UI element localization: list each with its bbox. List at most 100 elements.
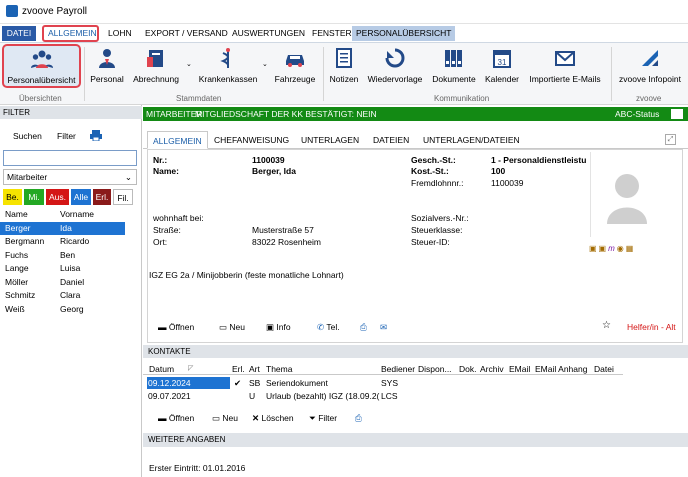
- group-kommunikation: Kommunikation: [434, 94, 490, 103]
- list-item[interactable]: Lange Luisa: [0, 262, 125, 275]
- kontakte-filter-button[interactable]: ⏷ Filter: [309, 413, 337, 424]
- menu-fenster[interactable]: FENSTER: [308, 26, 356, 41]
- loeschen-label: Löschen: [261, 413, 294, 423]
- ribbon-divider: [611, 47, 612, 101]
- zvoove-infopoint-button[interactable]: zvoove Infopoint: [614, 47, 686, 84]
- list-item[interactable]: Schmitz Clara: [0, 289, 125, 302]
- caduceus-icon: [220, 48, 230, 68]
- chip-alle[interactable]: Alle: [71, 189, 91, 205]
- abc-status-field[interactable]: [671, 109, 683, 119]
- col-email[interactable]: EMail: [509, 364, 530, 374]
- chip-aus[interactable]: Aus.: [46, 189, 69, 205]
- status-bar: MITARBEITER MITGLIEDSCHAFT DER KK BESTÄT…: [143, 107, 688, 121]
- menu-datei[interactable]: DATEI: [2, 26, 36, 41]
- menu-allgemein[interactable]: ALLGEMEIN: [42, 25, 99, 42]
- card-oeffnen-button[interactable]: ▬ Öffnen: [158, 322, 194, 332]
- kost-value: 100: [491, 166, 506, 176]
- col-datum[interactable]: Datum: [149, 364, 174, 374]
- card-tel-button[interactable]: ✆ Tel.: [317, 322, 340, 333]
- tab-unterlagen[interactable]: UNTERLAGEN: [296, 131, 364, 149]
- dokumente-button[interactable]: Dokumente: [429, 47, 479, 84]
- filter-type-value: Mitarbeiter: [7, 172, 48, 182]
- list-item[interactable]: Berger Ida: [0, 222, 125, 235]
- list-item[interactable]: Möller Daniel: [0, 276, 125, 289]
- kontakte-print-icon[interactable]: ⎙: [355, 413, 362, 424]
- kalender-button[interactable]: 31 Kalender: [482, 47, 522, 84]
- menu-lohn[interactable]: LOHN: [104, 26, 136, 41]
- status-badges-icon: ▣▣m◉▦: [589, 244, 636, 253]
- list-item-name: Berger: [5, 223, 31, 233]
- col-email-anhang[interactable]: EMail Anhang: [535, 364, 587, 374]
- name-label: Name:: [153, 166, 179, 176]
- funnel-icon: ⏷: [309, 413, 316, 423]
- col-disponent[interactable]: Dispon...: [418, 364, 452, 374]
- tab-chefanweisung[interactable]: CHEFANWEISUNG: [209, 131, 294, 149]
- card-mail-icon[interactable]: ✉: [380, 322, 387, 333]
- filter-button[interactable]: Filter: [57, 131, 76, 141]
- chip-fil[interactable]: Fil.: [113, 189, 133, 205]
- chip-erl[interactable]: Erl.: [93, 189, 111, 205]
- col-erl[interactable]: Erl.: [232, 364, 245, 374]
- dokumente-label: Dokumente: [432, 74, 476, 84]
- fahrzeuge-button[interactable]: Fahrzeuge: [272, 47, 318, 84]
- kontakte-loeschen-button[interactable]: ✕ Löschen: [252, 413, 294, 424]
- menu-export-versand[interactable]: EXPORT / VERSAND: [141, 26, 232, 41]
- expand-icon[interactable]: ⤢: [665, 134, 676, 145]
- col-datei[interactable]: Datei: [594, 364, 614, 374]
- card-print-icon[interactable]: ⎙: [360, 322, 367, 333]
- ort-label: Ort:: [153, 237, 168, 247]
- personal-label: Personal: [90, 74, 124, 84]
- filter-search-input[interactable]: [3, 150, 137, 166]
- card-info-button[interactable]: ▣ Info: [266, 322, 291, 333]
- wiedervorlage-button[interactable]: Wiedervorlage: [364, 47, 426, 84]
- filter-type-select[interactable]: Mitarbeiter ⌄: [3, 169, 137, 185]
- col-thema[interactable]: Thema: [266, 364, 292, 374]
- strasse-label: Straße:: [153, 225, 181, 235]
- col-vorname[interactable]: Vorname: [60, 209, 94, 219]
- chevron-down-icon: ⌄: [124, 172, 132, 182]
- avatar-placeholder-icon: [607, 174, 647, 224]
- neu-label: Neu: [222, 413, 238, 423]
- menu-personaluebersicht[interactable]: PERSONALÜBERSICHT: [352, 26, 456, 41]
- suchen-button[interactable]: Suchen: [13, 131, 42, 141]
- col-dok[interactable]: Dok.: [459, 364, 476, 374]
- krankenkassen-button[interactable]: Krankenkassen: [196, 47, 260, 84]
- list-item[interactable]: Bergmann Ricardo: [0, 235, 125, 248]
- card-neu-button[interactable]: ▭ Neu: [219, 322, 245, 333]
- list-item-vorname: Ben: [60, 250, 76, 260]
- favorite-star-icon[interactable]: ☆: [602, 320, 611, 331]
- abrechnung-chevron-down-icon[interactable]: ⌄: [186, 60, 192, 68]
- personaluebersicht-button[interactable]: Personalübersicht: [2, 44, 81, 88]
- importierte-emails-button[interactable]: Importierte E-Mails: [524, 47, 606, 84]
- krankenkassen-chevron-down-icon[interactable]: ⌄: [262, 60, 268, 68]
- nr-value: 1100039: [252, 155, 285, 165]
- chip-mi[interactable]: Mi.: [24, 189, 44, 205]
- tab-unterlagen-dateien[interactable]: UNTERLAGEN/DATEIEN: [418, 131, 525, 149]
- cell-thema: Seriendokument: [266, 378, 328, 388]
- notizen-button[interactable]: Notizen: [327, 47, 361, 84]
- abrechnung-button[interactable]: Abrechnung: [129, 47, 183, 84]
- list-item[interactable]: Weiß Georg: [0, 303, 125, 316]
- abrechnung-label: Abrechnung: [133, 74, 179, 84]
- cell-bediener: SYS: [381, 378, 399, 388]
- col-name[interactable]: Name: [5, 209, 28, 219]
- delete-x-icon: ✕: [252, 413, 260, 423]
- cell-art: U: [249, 391, 256, 401]
- col-bediener[interactable]: Bediener: [381, 364, 415, 374]
- tab-dateien[interactable]: DATEIEN: [368, 131, 414, 149]
- col-archiv[interactable]: Archiv: [480, 364, 504, 374]
- menu-auswertungen[interactable]: AUSWERTUNGEN: [228, 26, 309, 41]
- col-art[interactable]: Art: [249, 364, 260, 374]
- personal-button[interactable]: Personal: [87, 47, 127, 84]
- list-item[interactable]: Fuchs Ben: [0, 249, 125, 262]
- list-item-name: Bergmann: [5, 236, 45, 246]
- fremd-label: Fremdlohnnr.:: [411, 178, 464, 188]
- table-row[interactable]: 09.07.2021 U Urlaub (bezahlt) IGZ (18.09…: [147, 390, 619, 402]
- print-icon[interactable]: [90, 130, 102, 141]
- tab-allgemein[interactable]: ALLGEMEIN: [147, 131, 208, 149]
- svg-text:31: 31: [498, 58, 507, 67]
- chip-be[interactable]: Be.: [3, 189, 22, 205]
- kontakte-oeffnen-button[interactable]: ▬ Öffnen: [158, 413, 194, 423]
- table-row-rest[interactable]: ✔ SB Seriendokument SYS: [230, 377, 619, 389]
- kontakte-neu-button[interactable]: ▭ Neu: [212, 413, 238, 424]
